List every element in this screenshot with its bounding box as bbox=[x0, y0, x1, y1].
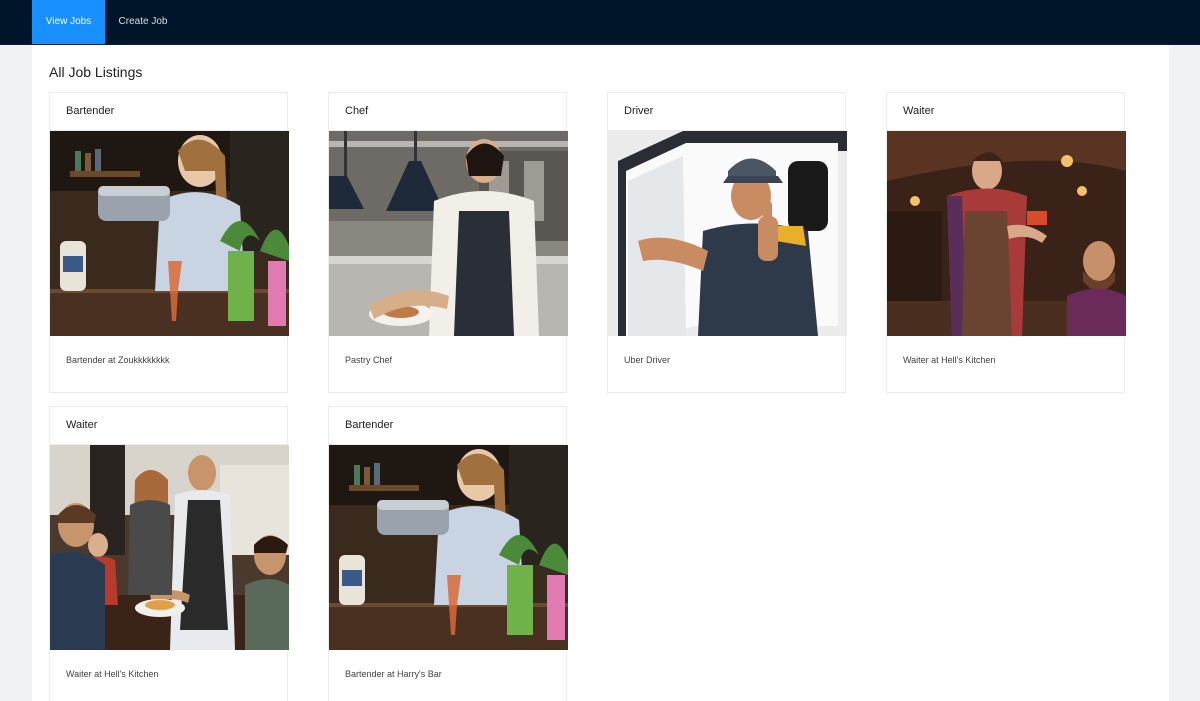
job-card[interactable]: Waiter Waiter at Hell's Kitchen bbox=[886, 92, 1126, 393]
job-card-description: Waiter at Hell's Kitchen bbox=[903, 355, 996, 365]
main-content: All Job Listings Bartender Bartender at … bbox=[32, 45, 1169, 701]
bartender-photo bbox=[50, 131, 289, 336]
job-card-description: Bartender at Zoukkkkkkkk bbox=[66, 355, 170, 365]
job-card-description: Waiter at Hell's Kitchen bbox=[66, 669, 159, 679]
job-card-description: Pastry Chef bbox=[345, 355, 393, 365]
page-title: All Job Listings bbox=[49, 64, 143, 80]
chef-photo bbox=[329, 131, 568, 336]
bartender-photo bbox=[329, 445, 568, 650]
job-card-title: Chef bbox=[345, 105, 369, 117]
nav-view-jobs[interactable]: View Jobs bbox=[32, 0, 105, 44]
top-navbar: View Jobs Create Job bbox=[0, 0, 1200, 45]
job-card[interactable]: Driver Uber Driver bbox=[607, 92, 847, 393]
job-card-title: Waiter bbox=[66, 419, 98, 431]
job-card-title: Waiter bbox=[903, 105, 935, 117]
nav-create-job[interactable]: Create Job bbox=[105, 0, 181, 44]
job-card[interactable]: Chef Pastry Chef bbox=[328, 92, 568, 393]
job-card[interactable]: Bartender bbox=[49, 92, 289, 393]
job-card-title: Bartender bbox=[66, 105, 115, 117]
job-card[interactable]: Bartender bbox=[328, 406, 568, 701]
job-card-title: Bartender bbox=[345, 419, 394, 431]
job-card-description: Bartender at Harry's Bar bbox=[345, 669, 442, 679]
job-card-description: Uber Driver bbox=[624, 355, 671, 365]
driver-photo bbox=[608, 131, 847, 336]
job-card-title: Driver bbox=[624, 105, 654, 117]
waiter-group-photo bbox=[50, 445, 289, 650]
waiter-photo bbox=[887, 131, 1126, 336]
job-card[interactable]: Waiter Waiter at Hell's Kitchen bbox=[49, 406, 289, 701]
